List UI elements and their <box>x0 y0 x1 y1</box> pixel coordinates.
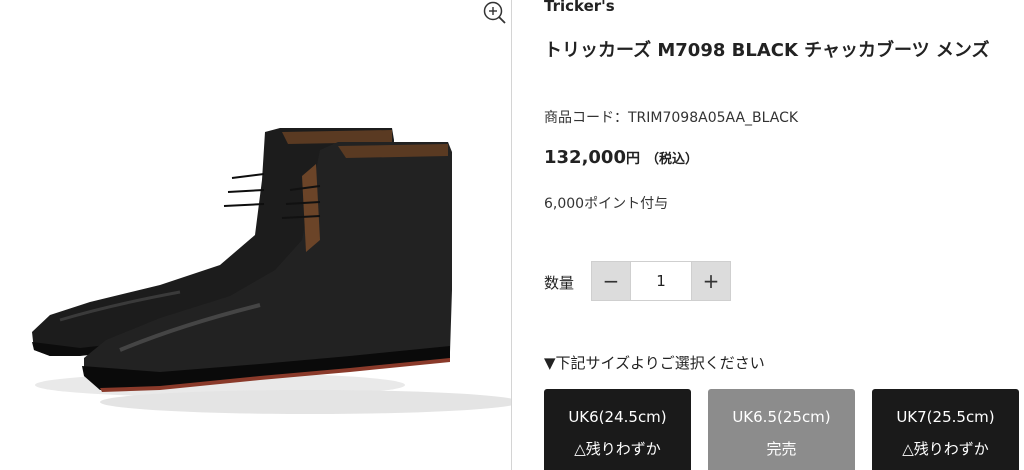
size-option-uk6[interactable]: UK6(24.5cm) △残りわずか <box>544 389 691 470</box>
product-code: 商品コード：TRIM7098A05AA_BLACK <box>544 110 799 126</box>
size-option-uk7[interactable]: UK7(25.5cm) △残りわずか <box>872 389 1019 470</box>
quantity-increment-button[interactable]: + <box>691 261 731 301</box>
quantity-label: 数量 <box>544 274 575 292</box>
size-label: UK7(25.5cm) <box>896 408 995 426</box>
size-option-uk6-5[interactable]: UK6.5(25cm) 完売 <box>708 389 855 470</box>
product-page: Tricker's トリッカーズ M7098 BLACK チャッカブーツ メンズ… <box>0 0 1024 470</box>
stock-status: △残りわずか <box>574 440 661 458</box>
product-price: 132,000円 （税込） <box>544 147 698 168</box>
stock-status: △残りわずか <box>902 440 989 458</box>
zoom-in-icon[interactable] <box>481 0 507 26</box>
stock-status: 完売 <box>766 440 797 458</box>
quantity-input[interactable]: 1 <box>631 261 691 301</box>
column-divider <box>511 0 512 470</box>
product-image-area <box>0 0 512 470</box>
quantity-stepper: − 1 + <box>591 261 731 301</box>
size-label: UK6(24.5cm) <box>568 408 667 426</box>
size-heading: ▼下記サイズよりご選択ください <box>544 354 765 372</box>
product-title: トリッカーズ M7098 BLACK チャッカブーツ メンズ <box>544 40 990 61</box>
price-amount: 132,000 <box>544 147 626 168</box>
price-tax-note: （税込） <box>645 152 698 167</box>
brand-name[interactable]: Tricker's <box>544 0 615 15</box>
size-label: UK6.5(25cm) <box>732 408 831 426</box>
boots-product-image <box>32 128 512 414</box>
size-options: UK6(24.5cm) △残りわずか UK6.5(25cm) 完売 UK7(25… <box>544 389 1019 470</box>
product-info: Tricker's トリッカーズ M7098 BLACK チャッカブーツ メンズ… <box>544 0 1019 470</box>
quantity-decrement-button[interactable]: − <box>591 261 631 301</box>
points-note: 6,000ポイント付与 <box>544 196 669 212</box>
price-currency: 円 <box>625 151 640 167</box>
